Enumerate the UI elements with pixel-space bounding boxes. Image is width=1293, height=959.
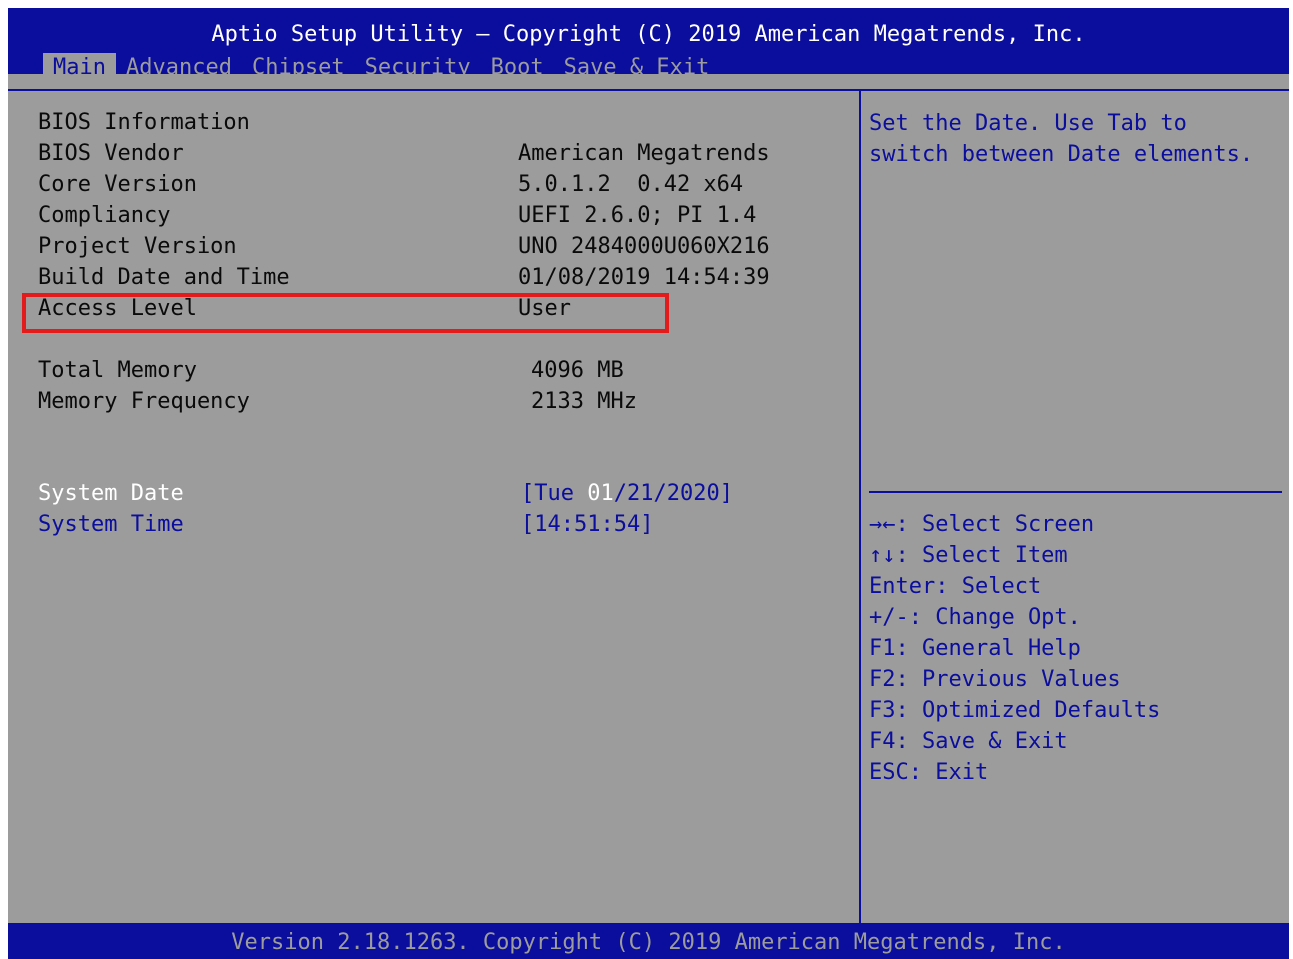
key-enter-select: Enter: Select: [869, 574, 1042, 599]
bios-vendor-value: American Megatrends: [518, 141, 770, 166]
help-panel: Set the Date. Use Tab to switch between D…: [861, 89, 1289, 923]
tab-advanced[interactable]: Advanced: [116, 53, 242, 83]
key-save-exit: F4: Save & Exit: [869, 729, 1068, 754]
key-select-item: ↑↓: Select Item: [869, 543, 1068, 568]
key-optimized-defaults: F3: Optimized Defaults: [869, 698, 1161, 723]
total-memory-label: Total Memory: [38, 358, 197, 383]
access-level-highlight: [22, 293, 669, 333]
tab-save-exit[interactable]: Save & Exit: [554, 53, 720, 83]
core-version-label: Core Version: [38, 172, 197, 197]
compliancy-value: UEFI 2.6.0; PI 1.4: [518, 203, 757, 228]
key-select-screen: →←: Select Screen: [869, 512, 1095, 537]
system-date-month-selected[interactable]: 01: [587, 481, 614, 506]
item-help-text: Set the Date. Use Tab to switch between D…: [869, 108, 1253, 170]
bios-vendor-label: BIOS Vendor: [38, 141, 184, 166]
system-date-suffix: /21/2020]: [613, 481, 733, 506]
compliancy-label: Compliancy: [38, 203, 171, 228]
tab-bar: Main Advanced Chipset Security Boot Save…: [43, 53, 719, 83]
total-memory-value: 4096 MB: [531, 358, 624, 383]
key-esc-exit: ESC: Exit: [869, 760, 989, 785]
header-bar: Aptio Setup Utility – Copyright (C) 2019…: [8, 8, 1289, 83]
tab-boot[interactable]: Boot: [481, 53, 554, 83]
system-date-prefix: [Tue: [521, 481, 588, 506]
project-version-label: Project Version: [38, 234, 237, 259]
memory-frequency-value: 2133 MHz: [531, 389, 637, 414]
key-general-help: F1: General Help: [869, 636, 1081, 661]
key-change-opt: +/-: Change Opt.: [869, 605, 1081, 630]
utility-title: Aptio Setup Utility – Copyright (C) 2019…: [211, 22, 1086, 47]
key-previous-values: F2: Previous Values: [869, 667, 1121, 692]
tab-security[interactable]: Security: [355, 53, 481, 83]
system-date-field[interactable]: [Tue 01/21/2020]: [521, 479, 733, 509]
key-legend: →←: Select Screen ↑↓: Select Item Enter:…: [869, 509, 1160, 788]
bios-information-heading: BIOS Information: [38, 110, 250, 135]
tab-chipset[interactable]: Chipset: [242, 53, 355, 83]
system-date-label[interactable]: System Date: [38, 479, 184, 509]
help-line-1: Set the Date. Use Tab to: [869, 111, 1187, 136]
footer-bar: Version 2.18.1263. Copyright (C) 2019 Am…: [8, 923, 1289, 959]
build-date-value: 01/08/2019 14:54:39: [518, 265, 770, 290]
help-divider: [869, 491, 1282, 493]
help-line-2: switch between Date elements.: [869, 142, 1254, 167]
tab-main[interactable]: Main: [43, 53, 116, 83]
settings-panel: BIOS Information BIOS Vendor American Me…: [8, 89, 861, 923]
memory-frequency-label: Memory Frequency: [38, 389, 250, 414]
build-date-label: Build Date and Time: [38, 265, 290, 290]
core-version-value: 5.0.1.2 0.42 x64: [518, 172, 744, 197]
project-version-value: UNO 2484000U060X216: [518, 234, 770, 259]
system-time-field[interactable]: [14:51:54]: [521, 510, 653, 540]
system-time-label[interactable]: System Time: [38, 510, 184, 540]
